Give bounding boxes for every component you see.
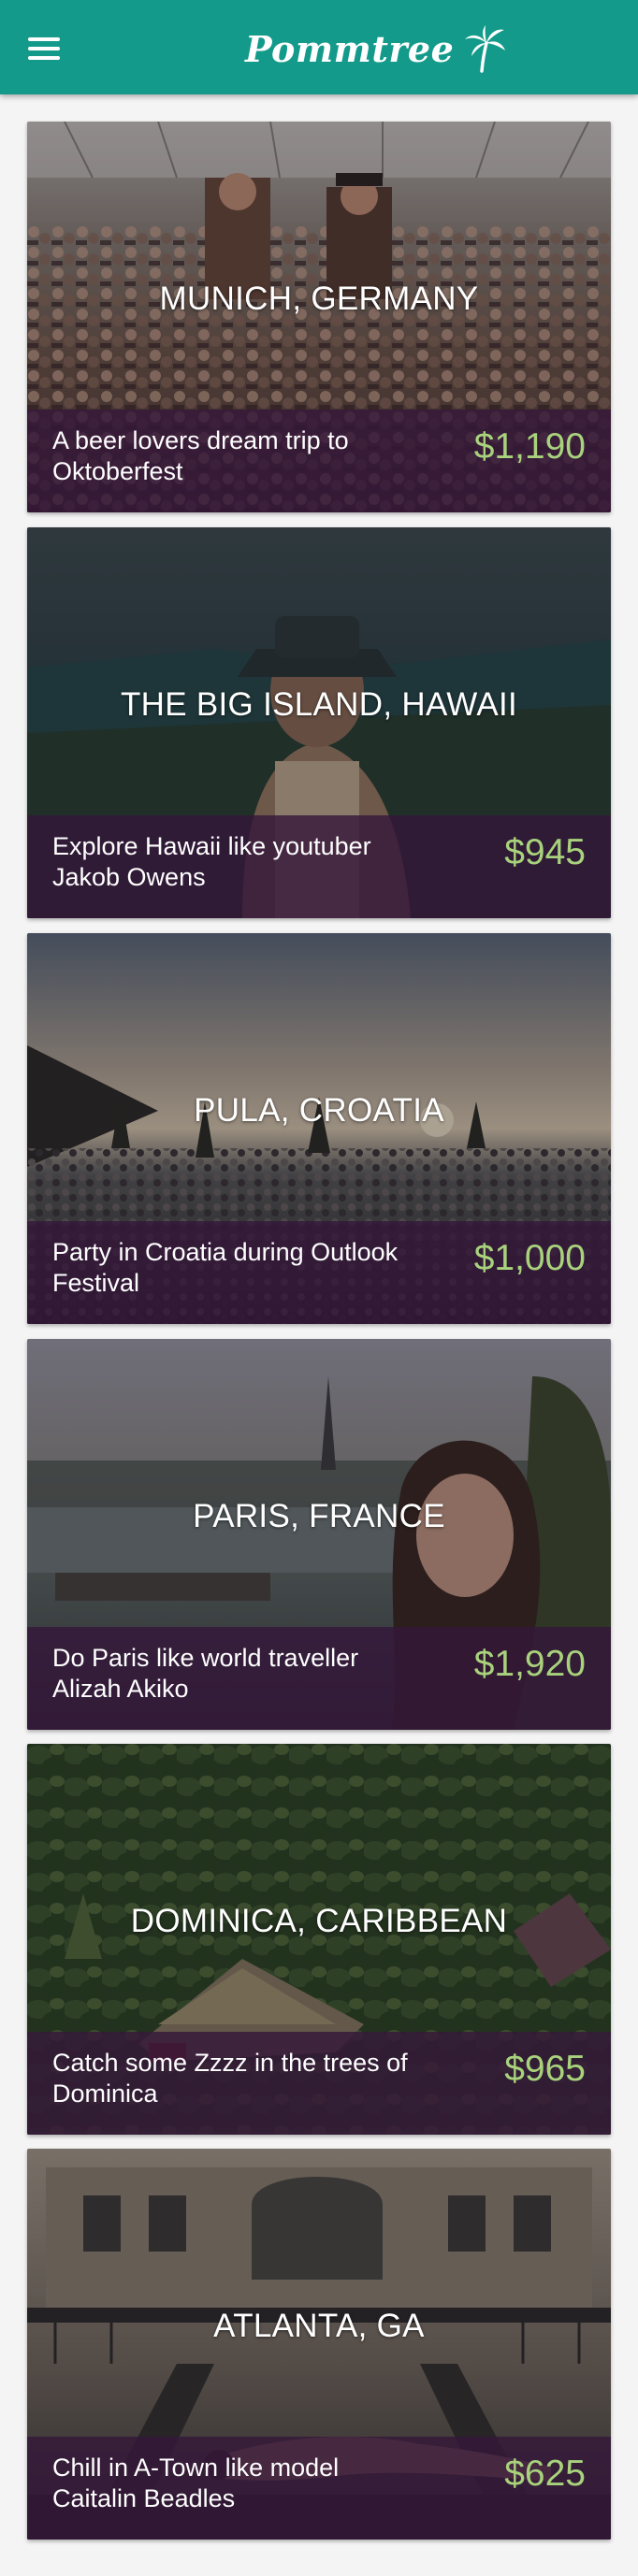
trip-location: THE BIG ISLAND, HAWAII — [120, 686, 518, 723]
trip-footer: Chill in A-Town like model Caitalin Bead… — [27, 2437, 611, 2540]
logo-text: Pommtree — [245, 27, 455, 70]
trip-card-munich[interactable]: MUNICH, GERMANY A beer lovers dream trip… — [27, 122, 611, 512]
trip-price: $1,190 — [473, 426, 586, 467]
trip-footer: Explore Hawaii like youtuber Jakob Owens… — [27, 815, 611, 918]
trip-footer: Do Paris like world traveller Alizah Aki… — [27, 1627, 611, 1730]
trip-description: A beer lovers dream trip to Oktoberfest — [52, 426, 349, 485]
trip-description: Catch some Zzzz in the trees of Dominica — [52, 2049, 408, 2108]
trip-card-atlanta[interactable]: ATLANTA, GA Chill in A-Town like model C… — [27, 2149, 611, 2540]
app-logo[interactable]: Pommtree — [245, 22, 506, 75]
trip-location: PULA, CROATIA — [194, 1092, 444, 1129]
trip-price: $965 — [504, 2049, 586, 2089]
trip-description: Explore Hawaii like youtuber Jakob Owens — [52, 832, 371, 891]
trip-location: ATLANTA, GA — [213, 2308, 425, 2344]
trip-footer: Party in Croatia during Outlook Festival… — [27, 1221, 611, 1324]
trip-price: $945 — [504, 832, 586, 872]
palm-tree-icon — [465, 25, 506, 73]
trip-price: $1,000 — [473, 1238, 586, 1278]
trip-location: DOMINICA, CARIBBEAN — [130, 1903, 508, 1939]
menu-icon[interactable] — [28, 36, 62, 62]
trip-description: Do Paris like world traveller Alizah Aki… — [52, 1644, 359, 1703]
trip-description: Chill in A-Town like model Caitalin Bead… — [52, 2454, 340, 2512]
trip-price: $625 — [504, 2454, 586, 2494]
trip-price: $1,920 — [473, 1644, 586, 1684]
trip-footer: A beer lovers dream trip to Oktoberfest … — [27, 410, 611, 512]
trip-card-paris[interactable]: PARIS, FRANCE Do Paris like world travel… — [27, 1339, 611, 1730]
trip-footer: Catch some Zzzz in the trees of Dominica… — [27, 2032, 611, 2135]
trip-location: MUNICH, GERMANY — [159, 281, 479, 317]
trip-card-hawaii[interactable]: THE BIG ISLAND, HAWAII Explore Hawaii li… — [27, 527, 611, 918]
app-bar: Pommtree — [0, 0, 638, 94]
trip-description: Party in Croatia during Outlook Festival — [52, 1238, 399, 1297]
trip-location: PARIS, FRANCE — [193, 1498, 445, 1534]
trip-card-croatia[interactable]: PULA, CROATIA Party in Croatia during Ou… — [27, 933, 611, 1324]
trip-card-dominica[interactable]: DOMINICA, CARIBBEAN Catch some Zzzz in t… — [27, 1744, 611, 2135]
